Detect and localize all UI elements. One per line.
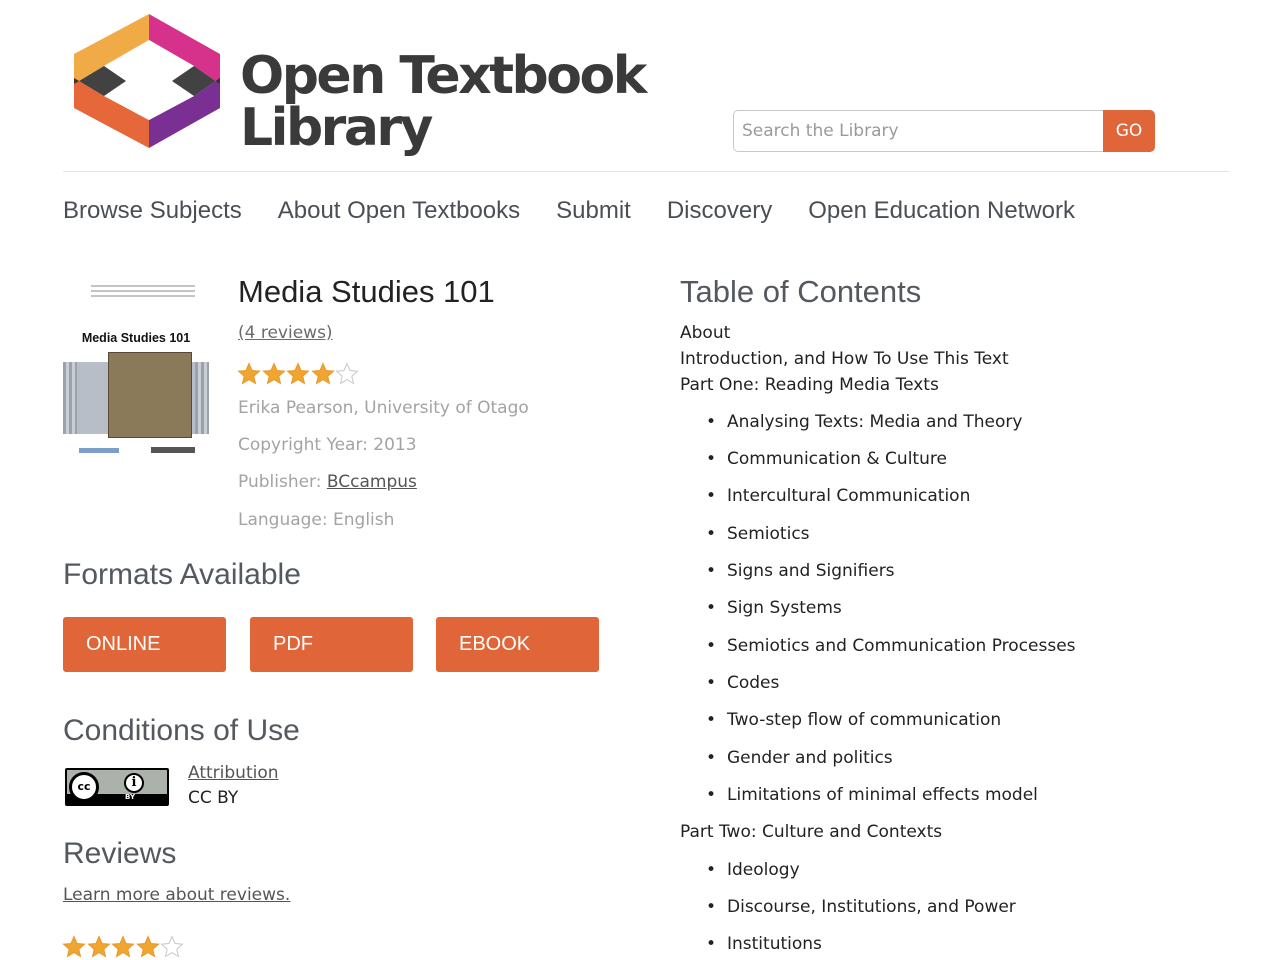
- main-nav: Browse Subjects About Open Textbooks Sub…: [63, 196, 1111, 226]
- toc-list-item: Intercultural Communication: [706, 486, 970, 506]
- logo-line-1: Open Textbook: [240, 46, 647, 106]
- search-input[interactable]: [733, 110, 1103, 152]
- reviews-rating: [62, 935, 185, 958]
- star-empty-icon: [160, 935, 184, 958]
- reviews-count-link[interactable]: (4 reviews): [238, 323, 333, 343]
- book-title: Media Studies 101: [238, 274, 495, 309]
- nav-discovery[interactable]: Discovery: [667, 196, 772, 226]
- star-filled-icon: [135, 935, 160, 958]
- toc-list-item: Semiotics and Communication Processes: [706, 636, 1076, 656]
- toc-list-item: Ideology: [706, 860, 800, 880]
- person-icon: i: [124, 773, 144, 793]
- badge-by-text: BY: [125, 793, 136, 801]
- site-logo-text[interactable]: Open Textbook Library: [240, 46, 647, 158]
- format-pdf-button[interactable]: PDF: [250, 617, 413, 672]
- site-logo-icon[interactable]: [74, 14, 224, 148]
- toc-list-item: Institutions: [706, 934, 822, 954]
- toc-list-item: Discourse, Institutions, and Power: [706, 897, 1016, 917]
- nav-open-education-network[interactable]: Open Education Network: [808, 196, 1075, 226]
- cc-icon: cc: [69, 772, 99, 802]
- toc-list-item: Communication & Culture: [706, 449, 947, 469]
- toc-list-item: Limitations of minimal effects model: [706, 785, 1038, 805]
- star-filled-icon: [86, 935, 111, 958]
- conditions-heading: Conditions of Use: [63, 714, 300, 747]
- book-cover[interactable]: Media Studies 101: [63, 282, 209, 458]
- publisher-link[interactable]: BCcampus: [327, 472, 417, 492]
- cover-publisher-mark: [151, 447, 195, 453]
- star-filled-icon: [111, 935, 135, 958]
- nav-about-open-textbooks[interactable]: About Open Textbooks: [278, 196, 520, 226]
- toc-heading: Table of Contents: [680, 274, 922, 309]
- toc-part-heading: Part Two: Culture and Contexts: [680, 822, 943, 842]
- toc-list-item: Two-step flow of communication: [706, 710, 1001, 730]
- reviews-heading: Reviews: [63, 837, 177, 870]
- cover-footer-text: [79, 448, 119, 453]
- format-ebook-button[interactable]: EBOOK: [436, 617, 599, 672]
- star-filled-icon: [62, 935, 86, 958]
- cover-photo: [108, 352, 192, 438]
- book-rating: [237, 362, 360, 385]
- learn-about-reviews-link[interactable]: Learn more about reviews.: [63, 885, 290, 905]
- license-code: CC BY: [188, 788, 239, 808]
- toc-list-item: Codes: [706, 673, 779, 693]
- star-filled-icon: [261, 362, 286, 385]
- search-go-button[interactable]: GO: [1103, 110, 1155, 152]
- cc-by-license-badge-icon: BY cc i: [65, 768, 169, 806]
- book-author: Erika Pearson, University of Otago: [238, 398, 529, 418]
- format-online-button[interactable]: ONLINE: [63, 617, 226, 672]
- toc-part-heading: Part One: Reading Media Texts: [680, 375, 939, 395]
- toc-part-heading: About: [680, 323, 731, 343]
- book-language: Language: English: [238, 510, 395, 530]
- book-publisher: Publisher: BCcampus: [238, 472, 417, 492]
- nav-submit[interactable]: Submit: [556, 196, 631, 226]
- star-empty-icon: [335, 362, 359, 385]
- header-divider: [63, 171, 1229, 172]
- search-form: GO: [733, 110, 1155, 152]
- toc-list-item: Analysing Texts: Media and Theory: [706, 412, 1022, 432]
- license-link[interactable]: Attribution: [188, 763, 279, 783]
- toc-list-item: Signs and Signifiers: [706, 561, 895, 581]
- cover-text-line: [91, 285, 195, 287]
- cover-text-line: [91, 295, 195, 297]
- nav-browse-subjects[interactable]: Browse Subjects: [63, 196, 242, 226]
- book-copyright: Copyright Year: 2013: [238, 435, 417, 455]
- publisher-label: Publisher:: [238, 472, 327, 492]
- star-filled-icon: [286, 362, 310, 385]
- cover-title: Media Studies 101: [81, 331, 191, 345]
- formats-heading: Formats Available: [63, 558, 301, 591]
- cover-text-line: [91, 290, 195, 292]
- toc-part-heading: Introduction, and How To Use This Text: [680, 349, 1009, 369]
- toc-list-item: Gender and politics: [706, 748, 893, 768]
- toc-list-item: Semiotics: [706, 524, 810, 544]
- star-filled-icon: [237, 362, 261, 385]
- toc-list-item: Sign Systems: [706, 598, 842, 618]
- star-filled-icon: [310, 362, 335, 385]
- logo-line-2: Library: [240, 98, 433, 158]
